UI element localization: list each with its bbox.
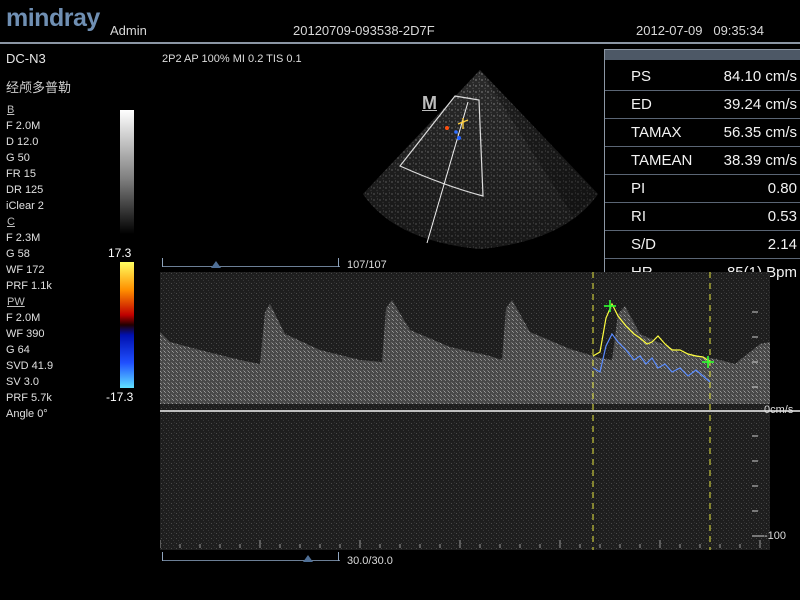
c-param: G 58	[6, 248, 30, 260]
c-param: PRF 1.1k	[6, 280, 52, 292]
grayscale-bar	[120, 110, 134, 234]
b-param: G 50	[6, 152, 30, 164]
b-param: D 12.0	[6, 136, 39, 148]
imaging-params: B F 2.0M D 12.0 G 50 FR 15 DR 125 iClear…	[6, 102, 53, 422]
measurement-value: 0.53	[767, 208, 797, 225]
measurement-row-sd: S/D 2.14	[605, 231, 800, 259]
date-time: 2012-07-09 09:35:34	[636, 23, 764, 38]
measurement-label: S/D	[631, 236, 657, 253]
exam-mode: 经颅多普勒	[6, 80, 72, 95]
depth-ruler[interactable]	[162, 258, 340, 268]
doppler-spectrum	[160, 272, 800, 550]
color-mode-title: C	[7, 216, 15, 228]
time-ruler[interactable]	[162, 552, 340, 562]
measurement-value: 38.39 cm/s	[723, 152, 797, 169]
measurement-panel: PS 84.10 cm/s ED 39.24 cm/s TAMAX 56.35 …	[604, 49, 800, 291]
measurement-label: RI	[631, 208, 646, 225]
header-divider	[0, 42, 800, 44]
measurement-value: 84.10 cm/s	[723, 68, 797, 85]
measurement-row-tamax: TAMAX 56.35 cm/s	[605, 119, 800, 147]
c-param: WF 172	[6, 264, 45, 276]
brand-logo: mindray	[6, 4, 100, 32]
spectrum-scale-bottom-label: -100	[764, 530, 787, 542]
measurement-row-ed: ED 39.24 cm/s	[605, 91, 800, 119]
pw-param: SVD 41.9	[6, 360, 54, 372]
pw-param: F 2.0M	[6, 312, 41, 324]
b-param: F 2.0M	[6, 120, 41, 132]
measurement-value: 39.24 cm/s	[723, 96, 797, 113]
measurement-label: ED	[631, 96, 652, 113]
c-param: F 2.3M	[6, 232, 41, 244]
measurement-panel-header	[605, 50, 800, 60]
time-ruler-label: 30.0/30.0	[347, 555, 393, 567]
velocity-scale-top: 17.3	[108, 246, 132, 260]
pw-mode-title: PW	[7, 296, 25, 308]
measurement-value: 0.80	[767, 180, 797, 197]
b-param: DR 125	[6, 184, 44, 196]
pw-param: Angle 0°	[6, 408, 48, 420]
measurement-label: PS	[631, 68, 652, 85]
velocity-scale-bottom: -17.3	[106, 390, 134, 404]
b-param: iClear 2	[6, 200, 44, 212]
color-velocity-bar	[120, 262, 134, 388]
b-mode-sector-image	[363, 70, 598, 249]
measurement-row-tamean: TAMEAN 38.39 cm/s	[605, 147, 800, 175]
exam-id: 20120709-093538-2D7F	[293, 23, 435, 38]
measurement-value: 56.35 cm/s	[723, 124, 797, 141]
depth-ruler-handle[interactable]	[211, 261, 221, 268]
probe-name: DC-N3	[6, 51, 46, 66]
measurement-label: TAMAX	[631, 124, 682, 141]
measurement-row-pi: PI 0.80	[605, 175, 800, 203]
b-param: FR 15	[6, 168, 36, 180]
orientation-mark: M	[422, 93, 437, 113]
depth-ruler-label: 107/107	[347, 259, 387, 271]
pw-param: G 64	[6, 344, 30, 356]
ruler-end	[338, 258, 339, 267]
spectrum-baseline-label: 0cm/s	[764, 404, 794, 416]
measurement-label: TAMEAN	[631, 152, 693, 169]
user-name: Admin	[110, 23, 147, 38]
pw-param: SV 3.0	[6, 376, 40, 388]
ruler-end	[162, 552, 163, 561]
pw-param: PRF 5.7k	[6, 392, 52, 404]
b-mode-title: B	[7, 104, 15, 116]
pw-param: WF 390	[6, 328, 45, 340]
ruler-end	[162, 258, 163, 267]
measurement-row-ps: PS 84.10 cm/s	[605, 63, 800, 91]
measurement-label: PI	[631, 180, 646, 197]
measurement-row-ri: RI 0.53	[605, 203, 800, 231]
ruler-end	[338, 552, 339, 561]
acoustic-param-strip: 2P2 AP 100% MI 0.2 TIS 0.1	[162, 53, 302, 65]
time-ruler-handle[interactable]	[303, 555, 313, 562]
measurement-value: 2.14	[767, 236, 797, 253]
